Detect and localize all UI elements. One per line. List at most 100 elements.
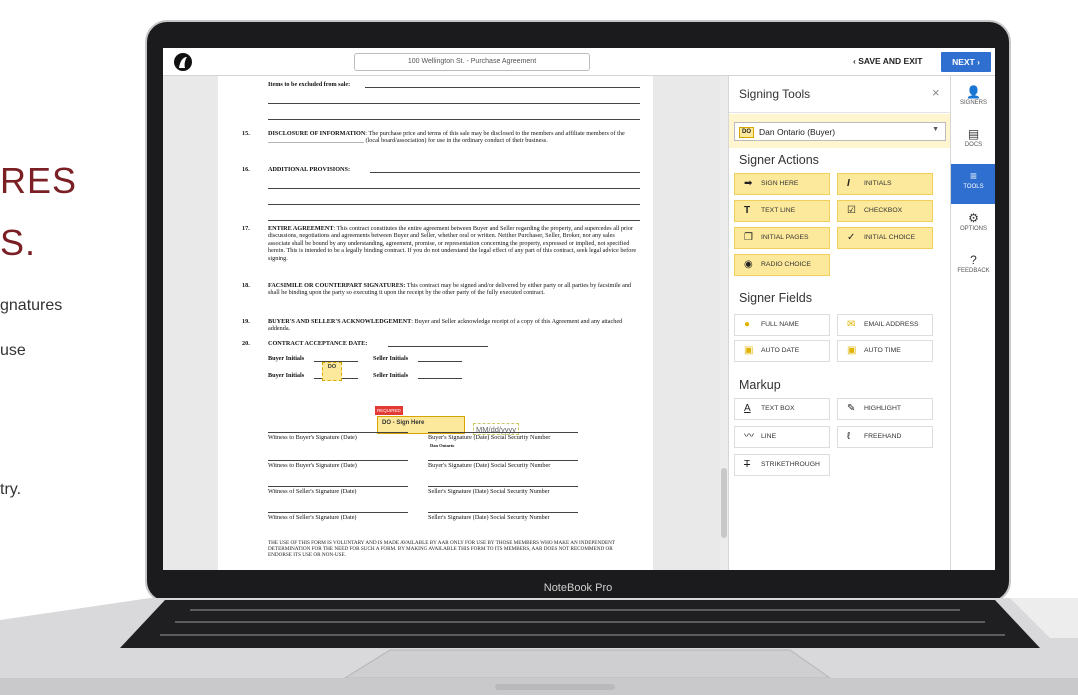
- tool-label: SIGN HERE: [761, 180, 799, 187]
- rail-label: OPTIONS: [959, 226, 987, 232]
- section-text: ENTIRE AGREEMENT: This contract constitu…: [268, 225, 638, 262]
- signer-actions-title: Signer Actions: [739, 153, 819, 167]
- section-title: ADDITIONAL PROVISIONS:: [268, 166, 350, 173]
- app-screen: 100 Wellington St. - Purchase Agreement …: [163, 48, 995, 570]
- person-icon: ●: [744, 319, 751, 330]
- freehand-tool[interactable]: ℓ FREEHAND: [837, 426, 933, 448]
- tool-label: RADIO CHOICE: [761, 261, 811, 268]
- stage: RES S. gnatures use try. NoteBook Pro 10…: [0, 0, 1078, 695]
- pages-icon: ❐: [744, 232, 753, 243]
- section-number: 20.: [242, 340, 250, 347]
- signer-fields-title: Signer Fields: [739, 291, 812, 305]
- tool-label: AUTO DATE: [761, 347, 800, 354]
- sign-here-tool[interactable]: ➡ SIGN HERE: [734, 173, 830, 195]
- initials-tool[interactable]: I INITIALS: [837, 173, 933, 195]
- witness-seller-label: Witness of Seller's Signature (Date): [268, 488, 357, 495]
- email-address-tool[interactable]: ✉ EMAIL ADDRESS: [837, 314, 933, 336]
- tool-label: AUTO TIME: [864, 347, 901, 354]
- radio-icon: ◉: [744, 259, 753, 270]
- auto-date-tool[interactable]: ▣ AUTO DATE: [734, 340, 830, 362]
- marker-icon: ✎: [847, 403, 856, 414]
- rail-feedback[interactable]: ? FEEDBACK: [951, 248, 995, 288]
- section-text: DISCLOSURE OF INFORMATION: The purchase …: [268, 130, 638, 145]
- tool-label: INITIAL PAGES: [761, 234, 809, 241]
- buyer-signature-label: Buyer's Signature (Date) Social Security…: [428, 462, 551, 469]
- rail-tools[interactable]: ≡ TOOLS: [951, 164, 995, 204]
- checkbox-tool[interactable]: ☑ CHECKBOX: [837, 200, 933, 222]
- freehand-icon: ℓ: [847, 431, 851, 442]
- checkmark-icon: ✓: [847, 232, 856, 243]
- witness-buyer-label: Witness to Buyer's Signature (Date): [268, 434, 357, 441]
- marketing-body-2: use: [0, 342, 26, 359]
- section-title: BUYER'S AND SELLER'S ACKNOWLEDGEMENT: [268, 318, 412, 325]
- rail-docs[interactable]: ▤ DOCS: [951, 122, 995, 162]
- top-bar: 100 Wellington St. - Purchase Agreement …: [163, 48, 995, 76]
- marketing-headline-2: S.: [0, 222, 37, 263]
- text-a-icon: A: [744, 403, 751, 414]
- buyer-initials-label: Buyer Initials: [268, 372, 305, 379]
- rail-signers[interactable]: 👤 SIGNERS: [951, 80, 995, 120]
- initial-pages-tool[interactable]: ❐ INITIAL PAGES: [734, 227, 830, 249]
- document-scrollbar-thumb[interactable]: [721, 468, 727, 538]
- document-title[interactable]: 100 Wellington St. - Purchase Agreement: [354, 53, 590, 71]
- line-tool[interactable]: 〰 LINE: [734, 426, 830, 448]
- section-number: 15.: [242, 130, 250, 137]
- line-icon: 〰: [744, 431, 754, 442]
- right-rail: 👤 SIGNERS ▤ DOCS ≡ TOOLS ⚙ OPTIONS ? FEEDBACK: [950, 76, 995, 570]
- auto-time-tool[interactable]: ▣ AUTO TIME: [837, 340, 933, 362]
- chevron-right-icon: ›: [974, 57, 980, 67]
- arrow-right-icon: ➡: [744, 178, 753, 189]
- tool-label: STRIKETHROUGH: [761, 461, 820, 468]
- brand-logo-icon[interactable]: [173, 52, 193, 72]
- seller-signature-label: Seller's Signature (Date) Social Securit…: [428, 488, 550, 495]
- text-line-tool[interactable]: T TEXT LINE: [734, 200, 830, 222]
- seller-initials-label: Seller Initials: [373, 372, 409, 379]
- marketing-body-1: gnatures: [0, 297, 63, 314]
- laptop-brand: NoteBook Pro: [543, 582, 613, 594]
- initial-choice-tool[interactable]: ✓ INITIAL CHOICE: [837, 227, 933, 249]
- signer-name-text: Dan Ontario: [430, 443, 455, 448]
- buyer-signature-label: Buyer's Signature (Date) Social Security…: [428, 434, 551, 441]
- document-icon: ▤: [967, 127, 980, 141]
- next-button[interactable]: NEXT ›: [941, 52, 991, 72]
- rail-options[interactable]: ⚙ OPTIONS: [951, 206, 995, 246]
- gear-icon: ⚙: [968, 211, 979, 225]
- signing-tools-panel: Signing Tools × DO Dan Ontario (Buyer) ▼…: [728, 76, 951, 570]
- seller-initials-label: Seller Initials: [373, 355, 409, 362]
- signer-select[interactable]: DO Dan Ontario (Buyer) ▼: [734, 122, 946, 141]
- marketing-headline-1: RES: [0, 160, 78, 201]
- envelope-icon: ✉: [847, 319, 856, 330]
- text-t-icon: T: [744, 205, 751, 216]
- tool-label: HIGHLIGHT: [864, 405, 902, 412]
- tool-label: CHECKBOX: [864, 207, 903, 214]
- section-title: DISCLOSURE OF INFORMATION: [268, 130, 366, 137]
- required-badge: REQUIRED: [375, 406, 403, 416]
- document-page: Items to be excluded from sale: 15. DISC…: [218, 76, 653, 570]
- strikethrough-icon: T: [744, 459, 751, 470]
- italic-i-icon: I: [847, 178, 850, 189]
- laptop-base: [0, 598, 1078, 695]
- tool-label: FREEHAND: [864, 433, 902, 440]
- save-and-exit-button[interactable]: ‹ SAVE AND EXIT: [853, 56, 922, 66]
- strikethrough-tool[interactable]: T STRIKETHROUGH: [734, 454, 830, 476]
- witness-seller-label: Witness of Seller's Signature (Date): [268, 514, 357, 521]
- radio-choice-tool[interactable]: ◉ RADIO CHOICE: [734, 254, 830, 276]
- text-box-tool[interactable]: A TEXT BOX: [734, 398, 830, 420]
- tool-label: INITIAL CHOICE: [864, 234, 916, 241]
- panel-title: Signing Tools: [739, 87, 811, 101]
- rail-label: SIGNERS: [959, 100, 987, 106]
- section-title: ENTIRE AGREEMENT: [268, 225, 334, 232]
- highlight-tool[interactable]: ✎ HIGHLIGHT: [837, 398, 933, 420]
- tool-label: EMAIL ADDRESS: [864, 321, 919, 328]
- witness-buyer-label: Witness to Buyer's Signature (Date): [268, 462, 357, 469]
- tool-label: TEXT BOX: [761, 405, 795, 412]
- section-title: CONTRACT ACCEPTANCE DATE:: [268, 340, 368, 347]
- rail-label: TOOLS: [963, 184, 984, 190]
- caret-down-icon: ▼: [932, 126, 939, 133]
- close-icon[interactable]: ×: [932, 85, 940, 100]
- initials-field[interactable]: DO: [322, 362, 342, 381]
- full-name-tool[interactable]: ● FULL NAME: [734, 314, 830, 336]
- document-viewer[interactable]: Items to be excluded from sale: 15. DISC…: [163, 76, 728, 570]
- section-number: 16.: [242, 166, 250, 173]
- tool-label: TEXT LINE: [761, 207, 796, 214]
